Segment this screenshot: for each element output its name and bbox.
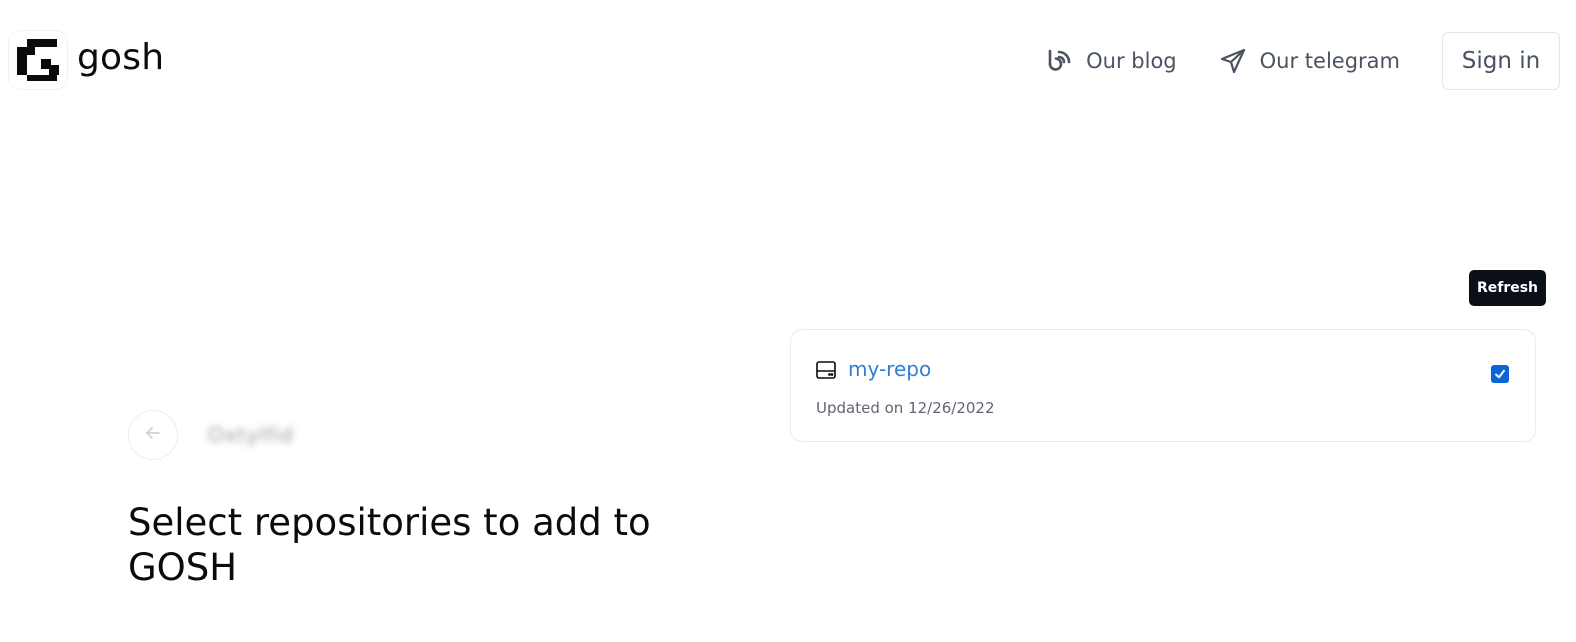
arrow-left-icon — [144, 424, 162, 446]
gosh-logo-link[interactable]: gosh — [9, 31, 164, 89]
sign-in-button[interactable]: Sign in — [1442, 32, 1560, 90]
telegram-icon — [1219, 47, 1247, 75]
repo-updated-date: Updated on 12/26/2022 — [816, 399, 995, 417]
nav-telegram-link[interactable]: Our telegram — [1219, 47, 1400, 75]
top-nav: Our blog Our telegram Sign in — [1045, 32, 1560, 90]
repo-select-checkbox[interactable] — [1491, 365, 1509, 383]
back-row: Oxtylfid — [128, 410, 294, 460]
checkmark-icon — [1494, 365, 1506, 384]
back-button[interactable] — [128, 410, 178, 460]
repo-name-link[interactable]: my-repo — [848, 357, 931, 381]
repo-card: my-repo Updated on 12/26/2022 — [790, 329, 1536, 442]
repository-icon — [816, 361, 836, 383]
gosh-logo-icon — [9, 31, 67, 89]
refresh-button[interactable]: Refresh — [1469, 270, 1546, 306]
nav-telegram-label: Our telegram — [1259, 49, 1400, 73]
nav-blog-label: Our blog — [1086, 49, 1177, 73]
page-title: Select repositories to add to GOSH — [128, 501, 651, 589]
top-header: gosh Our blog Our telegram Sign in — [0, 0, 1576, 120]
account-name: Oxtylfid — [208, 423, 295, 447]
nav-blog-link[interactable]: Our blog — [1045, 47, 1177, 75]
logo-text: gosh — [77, 37, 165, 78]
blog-icon — [1045, 47, 1073, 75]
